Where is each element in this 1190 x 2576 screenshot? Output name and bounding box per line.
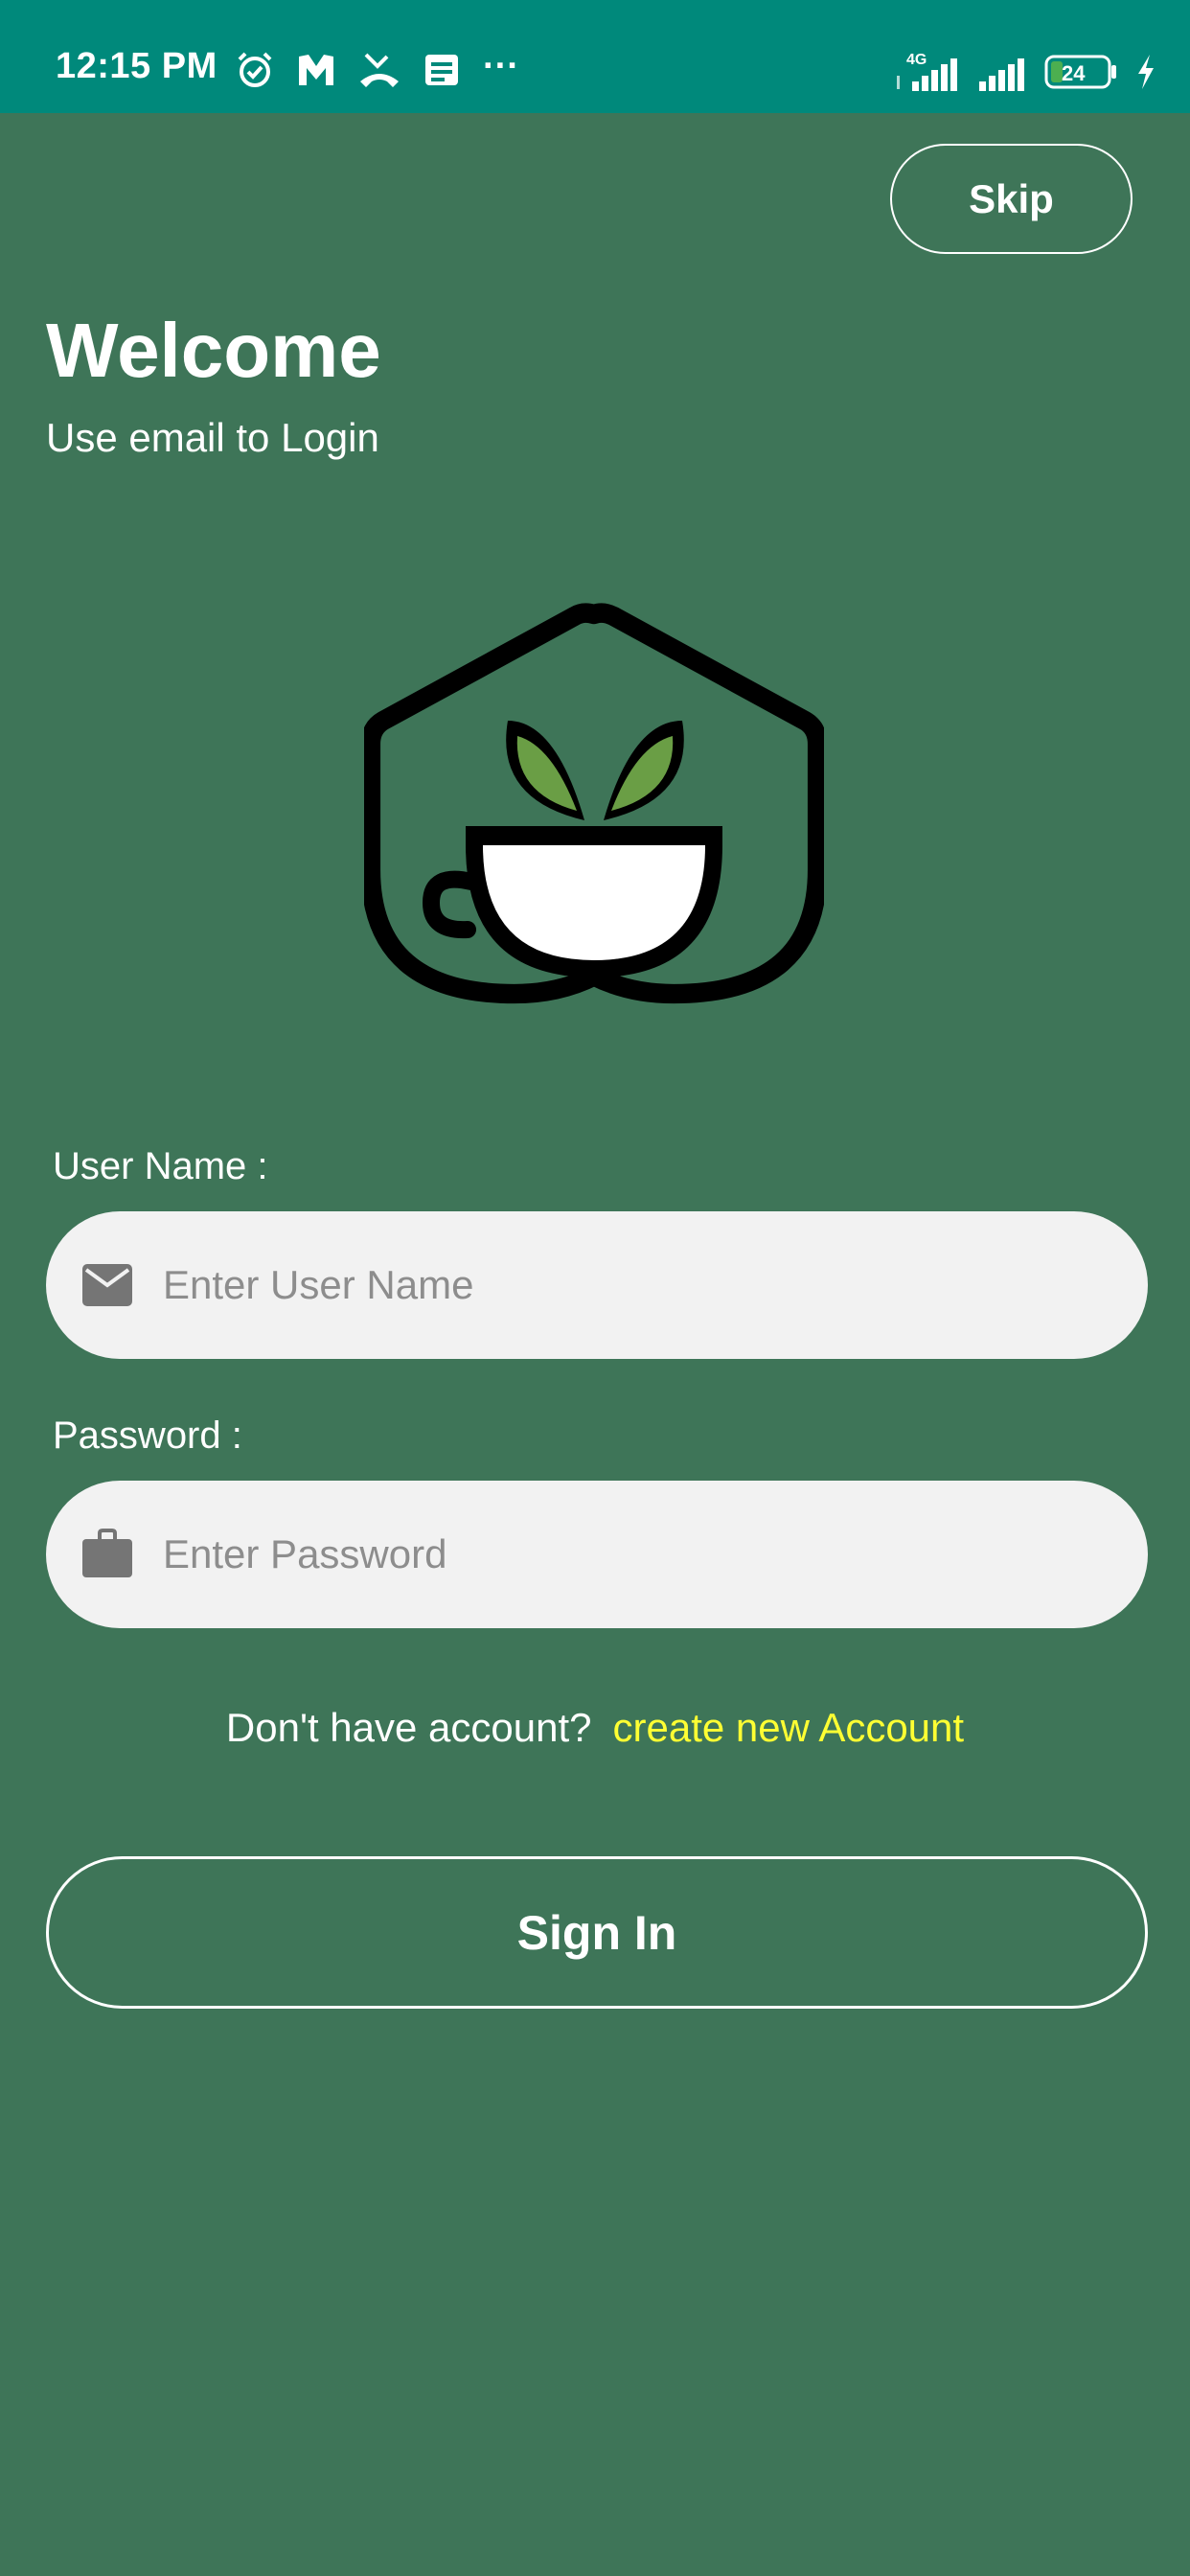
briefcase-icon bbox=[82, 1529, 132, 1577]
page-title: Welcome bbox=[46, 308, 381, 393]
battery-level: 24 bbox=[1062, 61, 1086, 85]
username-field[interactable] bbox=[46, 1210, 1148, 1360]
password-field[interactable] bbox=[46, 1480, 1148, 1629]
username-input[interactable] bbox=[161, 1210, 1148, 1360]
charging-icon bbox=[1138, 55, 1154, 89]
status-time: 12:15 PM bbox=[56, 46, 217, 86]
cup-handle bbox=[422, 870, 480, 939]
battery-icon: 24 bbox=[1044, 55, 1116, 89]
alarm-icon bbox=[238, 52, 272, 87]
envelope-icon bbox=[82, 1264, 132, 1306]
password-input[interactable] bbox=[161, 1480, 1148, 1629]
tea-house-logo bbox=[364, 603, 824, 1004]
skip-button[interactable]: Skip bbox=[890, 144, 1133, 254]
status-icons-left: ··· bbox=[236, 45, 519, 92]
signal-icon bbox=[979, 58, 1024, 91]
missed-call-icon bbox=[360, 53, 399, 87]
sign-in-button[interactable]: Sign In bbox=[46, 1856, 1148, 2009]
m-app-icon bbox=[299, 55, 333, 85]
username-label: User Name : bbox=[53, 1145, 268, 1187]
network-type: 4G bbox=[906, 52, 927, 68]
signal-4g-icon: 4G bbox=[897, 52, 957, 91]
signup-prompt: Don't have account? bbox=[225, 1705, 592, 1750]
status-icons-right: 4G 24 bbox=[878, 50, 1157, 94]
signup-row: Don't have account? create new Account bbox=[0, 1708, 1190, 1748]
message-icon bbox=[425, 55, 458, 85]
status-bar: 12:15 PM ··· 4G 24 bbox=[0, 0, 1190, 113]
password-label: Password : bbox=[53, 1414, 242, 1457]
page-subtitle: Use email to Login bbox=[46, 415, 379, 460]
more-notifications: ··· bbox=[483, 45, 519, 86]
create-account-link[interactable]: create new Account bbox=[613, 1705, 965, 1750]
